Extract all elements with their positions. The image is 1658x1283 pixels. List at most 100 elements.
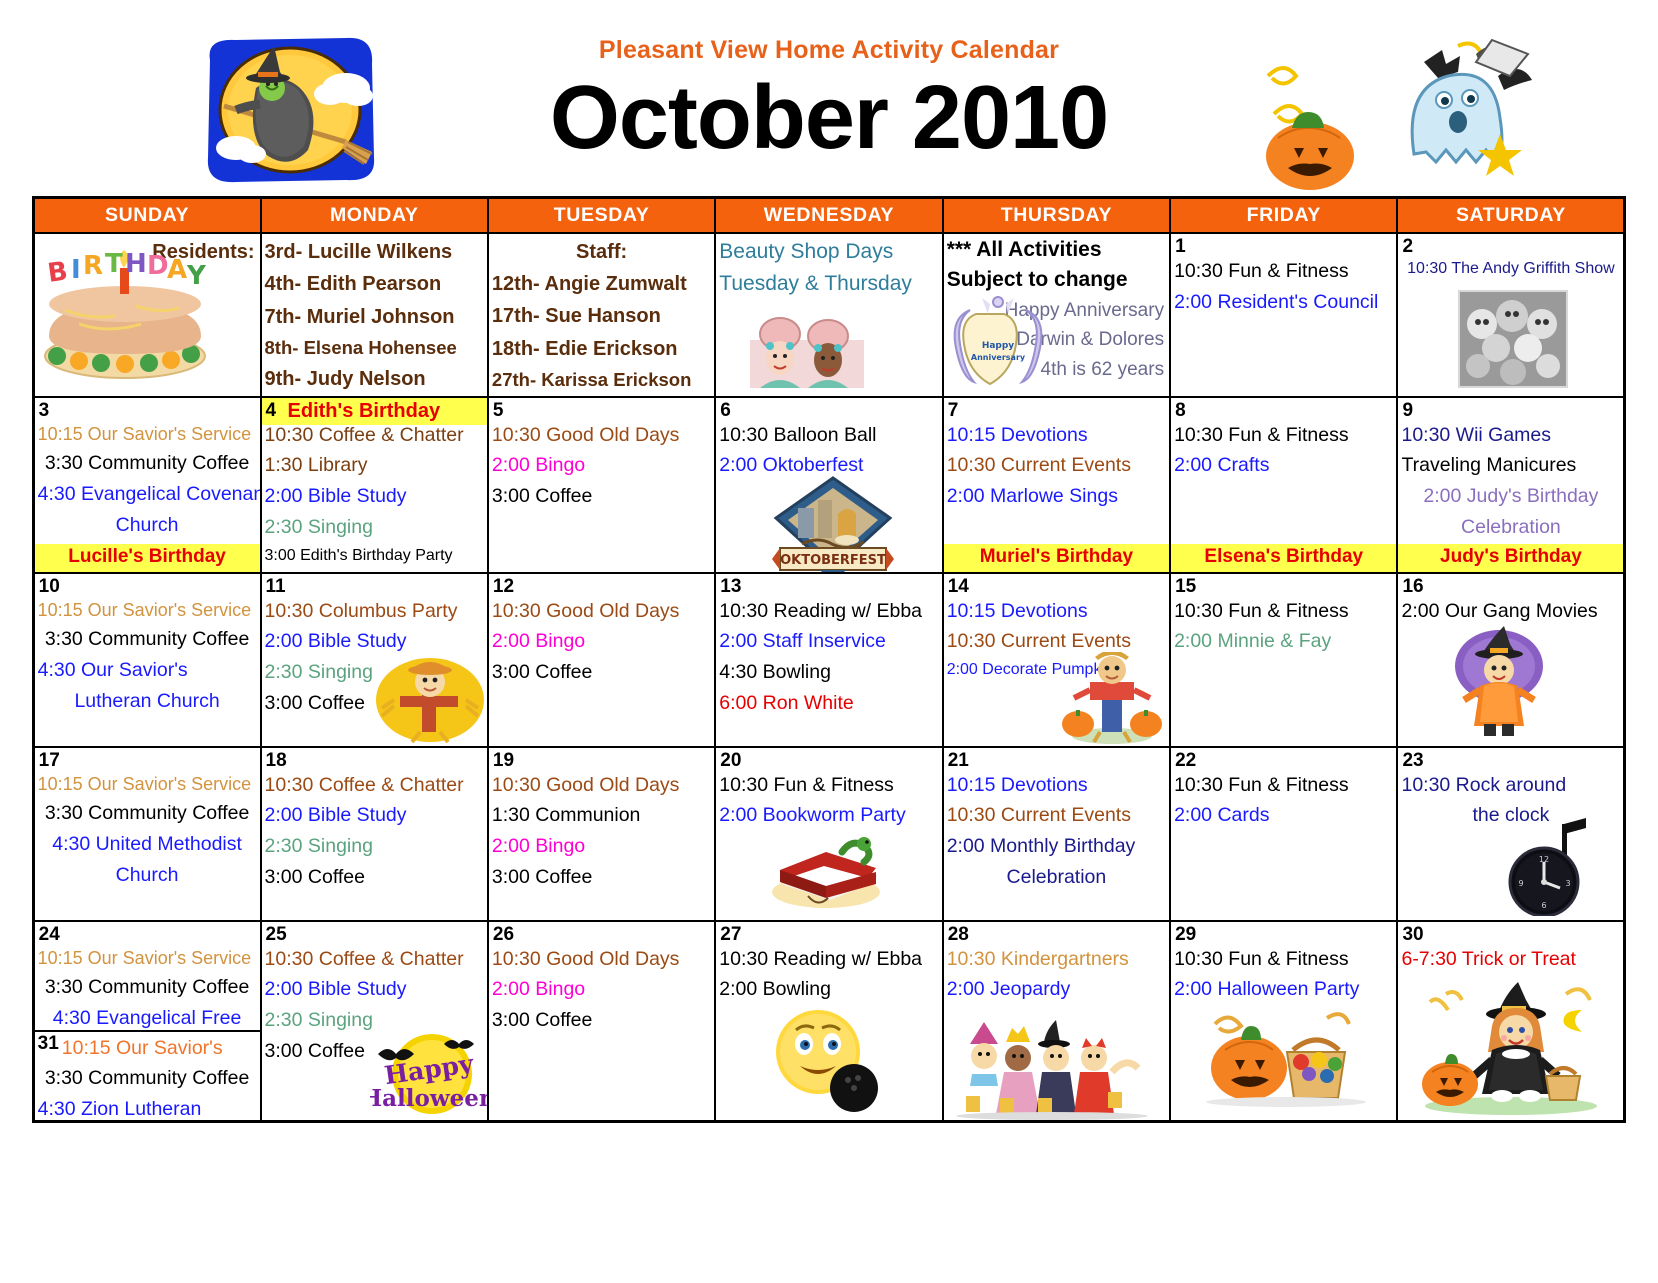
day-cell-19[interactable]: 19 10:30 Good Old Days 1:30 Communion 2:… — [486, 745, 717, 922]
day-cell-28[interactable]: 28 10:30 Kindergartners 2:00 Jeopardy — [941, 919, 1172, 1123]
day-cell-9[interactable]: 9 10:30 Wii Games Traveling Manicures 2:… — [1396, 395, 1626, 574]
day-cell-4[interactable]: Edith's Birthday 4 10:30 Coffee & Chatte… — [259, 395, 489, 574]
day-cell-11[interactable]: 11 10:30 Columbus Party 2:00 Bible Study… — [259, 571, 489, 748]
event-item[interactable]: 3:00 Coffee — [492, 862, 711, 893]
event-item[interactable]: 2:00 Bible Study — [265, 626, 484, 657]
event-item[interactable]: 10:30 Columbus Party — [265, 596, 484, 627]
event-item[interactable]: 10:30 Fun & Fitness — [1174, 944, 1393, 975]
day-cell-31[interactable]: 31 10:15 Our Savior's 3:30 Community Coff… — [35, 1029, 259, 1119]
event-item[interactable]: 3:30 Community Coffee — [38, 448, 257, 479]
event-item[interactable]: 2:00 Decorate Pumpkins — [947, 657, 1166, 682]
day-cell-18[interactable]: 18 10:30 Coffee & Chatter 2:00 Bible Stu… — [259, 745, 489, 922]
day-cell-17[interactable]: 17 10:15 Our Savior's Service 3:30 Commu… — [32, 745, 262, 922]
event-item[interactable]: Church — [38, 510, 257, 541]
event-item[interactable]: 3:30 Community Coffee — [38, 624, 257, 655]
event-item[interactable]: 10:30 Rock around — [1401, 770, 1620, 801]
event-item[interactable]: 4:30 Zion Lutheran — [38, 1094, 257, 1119]
event-item[interactable]: 2:00 Crafts — [1174, 450, 1393, 481]
day-cell-21[interactable]: 21 10:15 Devotions 10:30 Current Events … — [941, 745, 1172, 922]
event-item[interactable]: 2:00 Halloween Party — [1174, 974, 1393, 1005]
day-cell-22[interactable]: 22 10:30 Fun & Fitness 2:00 Cards — [1169, 745, 1399, 922]
day-cell-27[interactable]: 27 10:30 Reading w/ Ebba 2:00 Bowling — [714, 919, 944, 1123]
event-item[interactable]: 2:00 Our Gang Movies — [1401, 596, 1620, 627]
event-item[interactable]: 2:00 Judy's Birthday — [1401, 481, 1620, 512]
event-item[interactable]: 10:15 Our Savior's Service — [38, 944, 257, 972]
event-item[interactable]: Celebration — [1401, 512, 1620, 543]
event-item[interactable]: 2:00 Monthly Birthday — [947, 831, 1166, 862]
event-item[interactable]: 3:30 Community Coffee — [38, 798, 257, 829]
event-item[interactable]: 3:00 Coffee — [265, 1036, 484, 1067]
event-item[interactable]: 2:00 Bingo — [492, 831, 711, 862]
event-item[interactable]: 2:30 Singing — [265, 512, 484, 543]
event-item[interactable]: 2:00 Marlowe Sings — [947, 481, 1166, 512]
day-cell-13[interactable]: 13 10:30 Reading w/ Ebba 2:00 Staff Inse… — [714, 571, 944, 748]
day-cell-25[interactable]: 25 10:30 Coffee & Chatter 2:00 Bible Stu… — [259, 919, 489, 1123]
day-cell-10[interactable]: 10 10:15 Our Savior's Service 3:30 Commu… — [32, 571, 262, 748]
event-item[interactable]: 2:00 Cards — [1174, 800, 1393, 831]
event-item[interactable]: Church — [38, 860, 257, 891]
event-item[interactable]: 10:30 Coffee & Chatter — [265, 944, 484, 975]
event-item[interactable]: 4:30 United Methodist — [38, 829, 257, 860]
event-item[interactable]: 10:15 Devotions — [947, 596, 1166, 627]
day-cell-26[interactable]: 26 10:30 Good Old Days 2:00 Bingo 3:00 C… — [486, 919, 717, 1123]
event-item[interactable]: 1:30 Communion — [492, 800, 711, 831]
day-cell-20[interactable]: 20 10:30 Fun & Fitness 2:00 Bookworm Par… — [714, 745, 944, 922]
event-item[interactable]: 1:30 Library — [265, 450, 484, 481]
event-item[interactable]: 10:30 Fun & Fitness — [1174, 420, 1393, 451]
day-cell-8[interactable]: 8 10:30 Fun & Fitness 2:00 Crafts Elsena… — [1169, 395, 1399, 574]
event-item[interactable]: 3:30 Community Coffee — [38, 972, 257, 1003]
event-item[interactable]: 2:00 Oktoberfest — [719, 450, 938, 481]
event-item[interactable]: 10:15 Our Savior's Service — [38, 596, 257, 624]
event-item[interactable]: 4:30 Bowling — [719, 657, 938, 688]
event-item[interactable]: 6:00 Ron White — [719, 688, 938, 719]
event-item[interactable]: 3:00 Coffee — [492, 1005, 711, 1036]
event-item[interactable]: 10:30 Fun & Fitness — [1174, 770, 1393, 801]
event-item[interactable]: 10:30 Balloon Ball — [719, 420, 938, 451]
event-item[interactable]: 10:30 Kindergartners — [947, 944, 1166, 975]
event-item[interactable]: 3:00 Edith's Birthday Party — [265, 543, 484, 568]
event-item[interactable]: 2:00 Bowling — [719, 974, 938, 1005]
event-item[interactable]: 2:00 Staff Inservice — [719, 626, 938, 657]
day-cell-30[interactable]: 30 6-7:30 Trick or Treat — [1396, 919, 1626, 1123]
event-item[interactable]: 10:30 Good Old Days — [492, 944, 711, 975]
event-item[interactable]: 3:30 Community Coffee — [38, 1063, 257, 1094]
event-item[interactable]: 10:15 Our Savior's Service — [38, 770, 257, 798]
event-item[interactable]: 10:30 Fun & Fitness — [1174, 596, 1393, 627]
day-cell-2[interactable]: 2 10:30 The Andy Griffith Show — [1396, 232, 1626, 398]
day-cell-14[interactable]: 14 10:15 Devotions 10:30 Current Events … — [941, 571, 1172, 748]
event-item[interactable]: 10:30 Wii Games — [1401, 420, 1620, 451]
day-cell-23[interactable]: 23 10:30 Rock around the clock 12 3 6 9 — [1396, 745, 1626, 922]
event-item[interactable]: 3:00 Coffee — [492, 481, 711, 512]
event-item[interactable]: 10:30 Good Old Days — [492, 420, 711, 451]
event-item[interactable]: 2:00 Bingo — [492, 974, 711, 1005]
event-item[interactable]: 2:00 Jeopardy — [947, 974, 1166, 1005]
event-item[interactable]: 2:00 Bingo — [492, 450, 711, 481]
event-item[interactable]: Traveling Manicures — [1401, 450, 1620, 481]
event-item[interactable]: 10:30 Current Events — [947, 626, 1166, 657]
day-cell-6[interactable]: 6 10:30 Balloon Ball 2:00 Oktoberfest OK… — [714, 395, 944, 574]
day-cell-3[interactable]: 3 10:15 Our Savior's Service 3:30 Commun… — [32, 395, 262, 574]
event-item[interactable]: 10:30 Coffee & Chatter — [265, 770, 484, 801]
event-item[interactable]: 2:00 Bible Study — [265, 800, 484, 831]
day-cell-5[interactable]: 5 10:30 Good Old Days 2:00 Bingo 3:00 Co… — [486, 395, 717, 574]
event-item[interactable]: 10:15 Our Savior's Service — [38, 420, 257, 448]
day-cell-12[interactable]: 12 10:30 Good Old Days 2:00 Bingo 3:00 C… — [486, 571, 717, 748]
event-item[interactable]: 3:00 Coffee — [265, 862, 484, 893]
event-item[interactable]: 10:30 The Andy Griffith Show — [1401, 256, 1620, 281]
event-item[interactable]: 10:15 Devotions — [947, 420, 1166, 451]
event-item[interactable]: 10:30 Current Events — [947, 450, 1166, 481]
event-item[interactable]: 4:30 Our Savior's — [38, 655, 257, 686]
event-item[interactable]: 2:30 Singing — [265, 1005, 484, 1036]
event-item[interactable]: 2:00 Bible Study — [265, 481, 484, 512]
event-item[interactable]: 10:30 Reading w/ Ebba — [719, 596, 938, 627]
event-item[interactable]: 10:15 Devotions — [947, 770, 1166, 801]
event-item[interactable]: 10:30 Current Events — [947, 800, 1166, 831]
day-cell-7[interactable]: 7 10:15 Devotions 10:30 Current Events 2… — [941, 395, 1172, 574]
event-item[interactable]: 10:30 Fun & Fitness — [1174, 256, 1393, 287]
event-item[interactable]: 2:30 Singing — [265, 831, 484, 862]
event-item[interactable]: 10:30 Reading w/ Ebba — [719, 944, 938, 975]
event-item[interactable]: 4:30 Evangelical Covenant — [38, 479, 259, 510]
event-item[interactable]: 10:30 Good Old Days — [492, 770, 711, 801]
day-cell-29[interactable]: 29 10:30 Fun & Fitness 2:00 Halloween Pa… — [1169, 919, 1399, 1123]
event-item[interactable]: 3:00 Coffee — [492, 657, 711, 688]
